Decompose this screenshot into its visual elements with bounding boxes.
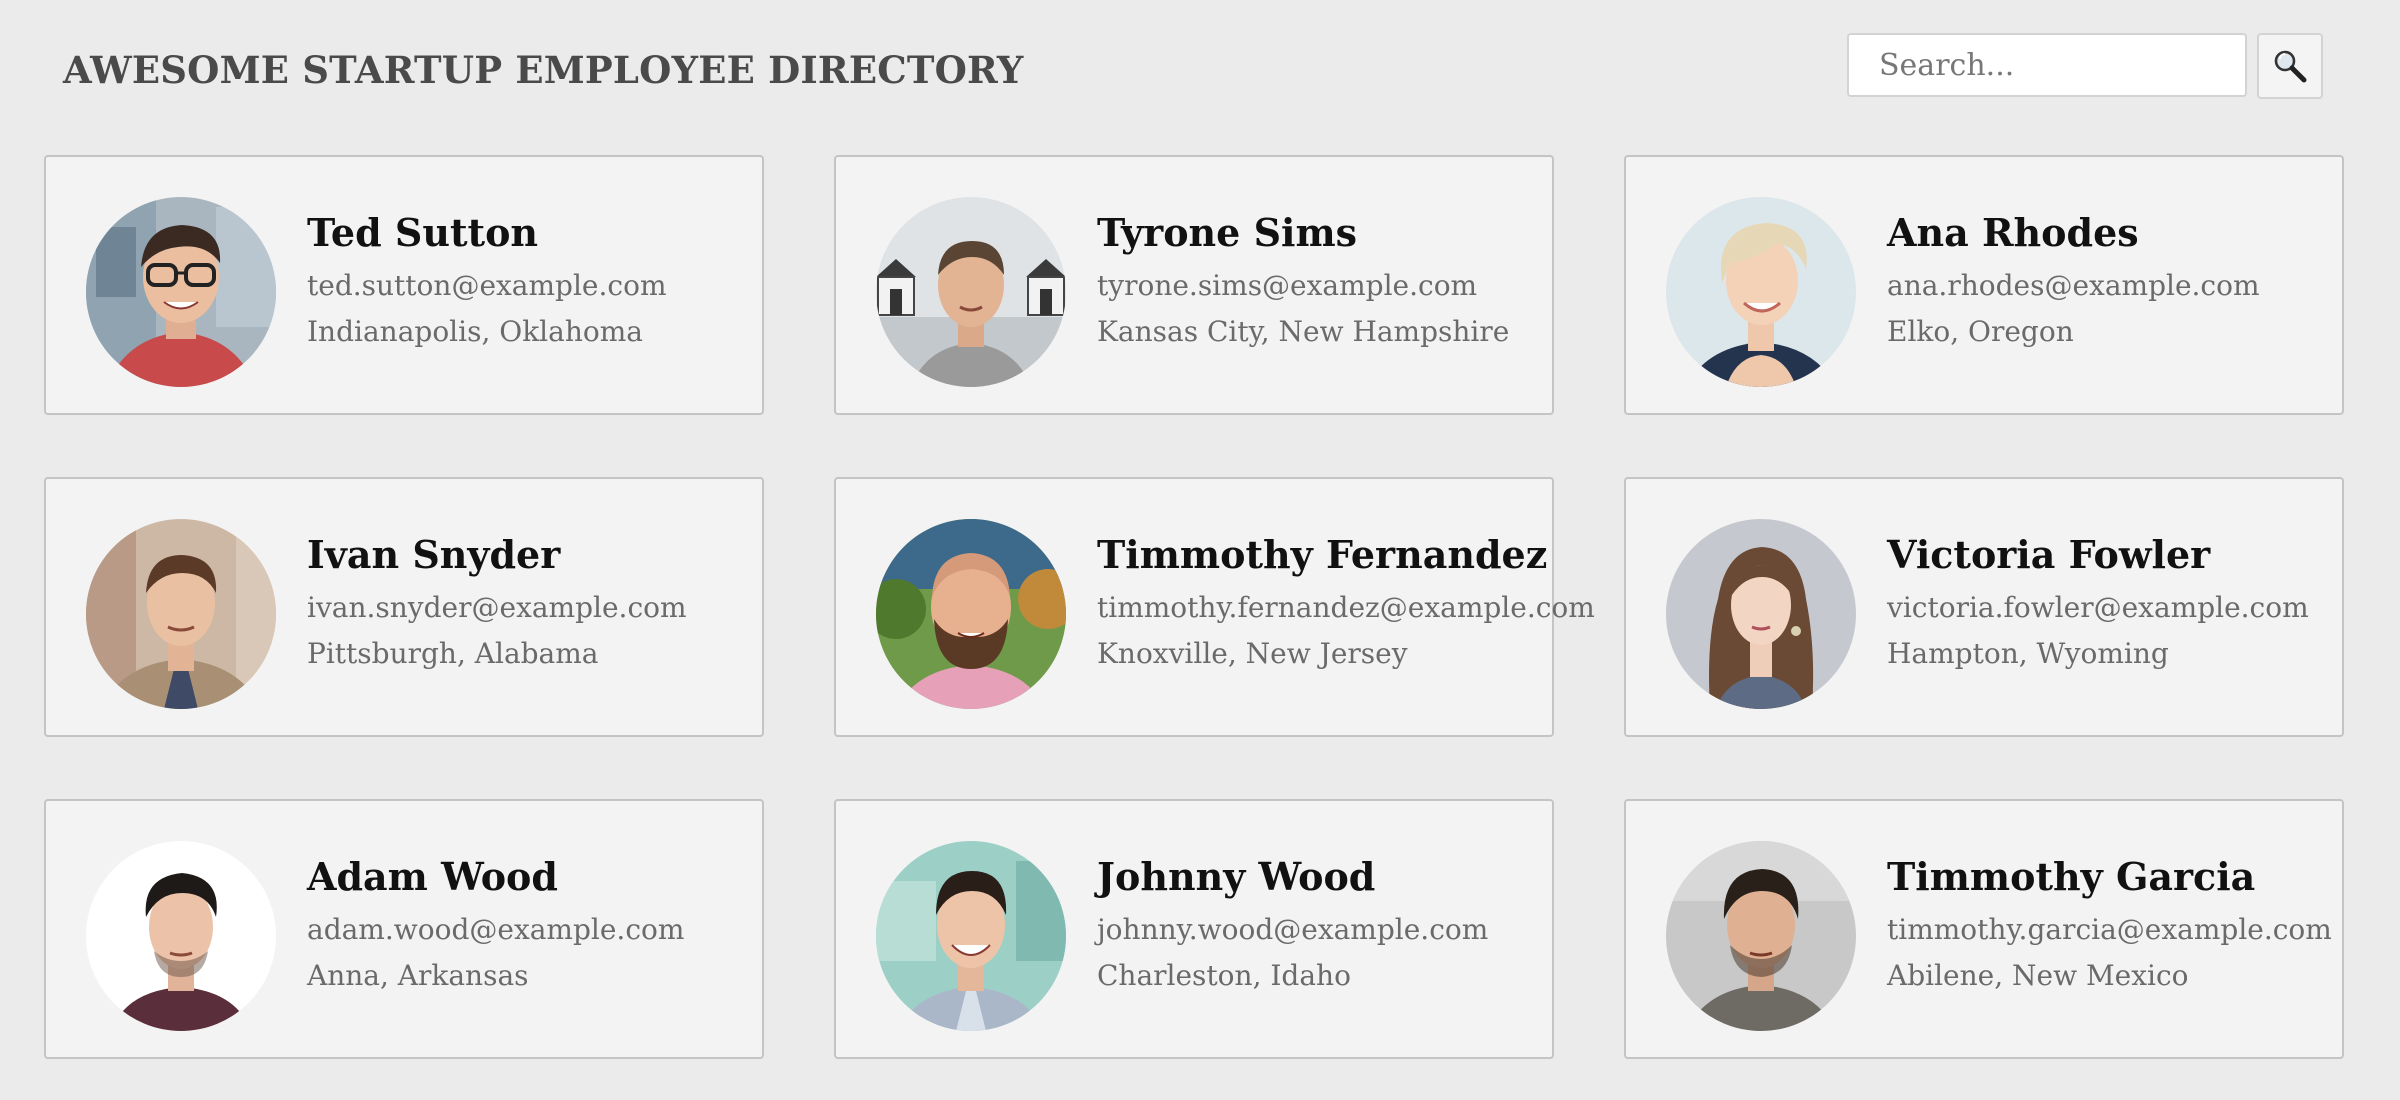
employee-card[interactable]: Ivan Snyder ivan.snyder@example.com Pitt… [44, 477, 764, 737]
search-button[interactable] [2257, 33, 2323, 99]
employee-location: Indianapolis, Oklahoma [307, 315, 643, 348]
employee-name: Tyrone Sims [1097, 210, 1358, 255]
employee-location: Elko, Oregon [1887, 315, 2074, 348]
employee-card[interactable]: Johnny Wood johnny.wood@example.com Char… [834, 799, 1554, 1059]
employee-card[interactable]: Adam Wood adam.wood@example.com Anna, Ar… [44, 799, 764, 1059]
employee-location: Pittsburgh, Alabama [307, 637, 599, 670]
employee-gallery: Ted Sutton ted.sutton@example.com Indian… [44, 155, 2344, 1059]
employee-avatar [86, 519, 276, 709]
employee-card[interactable]: Tyrone Sims tyrone.sims@example.com Kans… [834, 155, 1554, 415]
employee-avatar [1666, 841, 1856, 1031]
employee-email: victoria.fowler@example.com [1887, 591, 2309, 624]
magnifying-glass-icon [2274, 50, 2307, 83]
employee-name: Adam Wood [307, 854, 558, 899]
employee-avatar [876, 519, 1066, 709]
employee-avatar [86, 841, 276, 1031]
employee-card[interactable]: Ted Sutton ted.sutton@example.com Indian… [44, 155, 764, 415]
employee-email: timmothy.fernandez@example.com [1097, 591, 1595, 624]
employee-name: Ivan Snyder [307, 532, 561, 577]
employee-name: Timmothy Fernandez [1097, 532, 1548, 577]
employee-avatar [1666, 197, 1856, 387]
employee-email: timmothy.garcia@example.com [1887, 913, 2332, 946]
employee-location: Kansas City, New Hampshire [1097, 315, 1510, 348]
employee-email: ted.sutton@example.com [307, 269, 667, 302]
employee-avatar [876, 197, 1066, 387]
employee-card[interactable]: Timmothy Fernandez timmothy.fernandez@ex… [834, 477, 1595, 737]
employee-card[interactable]: Timmothy Garcia timmothy.garcia@example.… [1624, 799, 2344, 1059]
employee-name: Victoria Fowler [1887, 532, 2211, 577]
employee-email: ivan.snyder@example.com [307, 591, 687, 624]
employee-email: ana.rhodes@example.com [1887, 269, 2260, 302]
employee-name: Ted Sutton [307, 210, 539, 255]
employee-avatar [876, 841, 1066, 1031]
employee-email: johnny.wood@example.com [1097, 913, 1489, 946]
employee-location: Hampton, Wyoming [1887, 637, 2169, 670]
employee-email: tyrone.sims@example.com [1097, 269, 1478, 302]
employee-location: Anna, Arkansas [307, 959, 529, 992]
employee-name: Ana Rhodes [1887, 210, 2139, 255]
employee-name: Timmothy Garcia [1887, 854, 2256, 899]
employee-location: Charleston, Idaho [1097, 959, 1351, 992]
page-title: AWESOME STARTUP EMPLOYEE DIRECTORY [63, 48, 1024, 92]
employee-email: adam.wood@example.com [307, 913, 685, 946]
employee-name: Johnny Wood [1097, 854, 1376, 899]
employee-card[interactable]: Victoria Fowler victoria.fowler@example.… [1624, 477, 2344, 737]
employee-card[interactable]: Ana Rhodes ana.rhodes@example.com Elko, … [1624, 155, 2344, 415]
employee-location: Knoxville, New Jersey [1097, 637, 1408, 670]
employee-avatar [1666, 519, 1856, 709]
employee-location: Abilene, New Mexico [1887, 959, 2189, 992]
employee-avatar [86, 197, 276, 387]
search-input[interactable] [1847, 33, 2247, 97]
page-header: AWESOME STARTUP EMPLOYEE DIRECTORY [0, 0, 2400, 140]
